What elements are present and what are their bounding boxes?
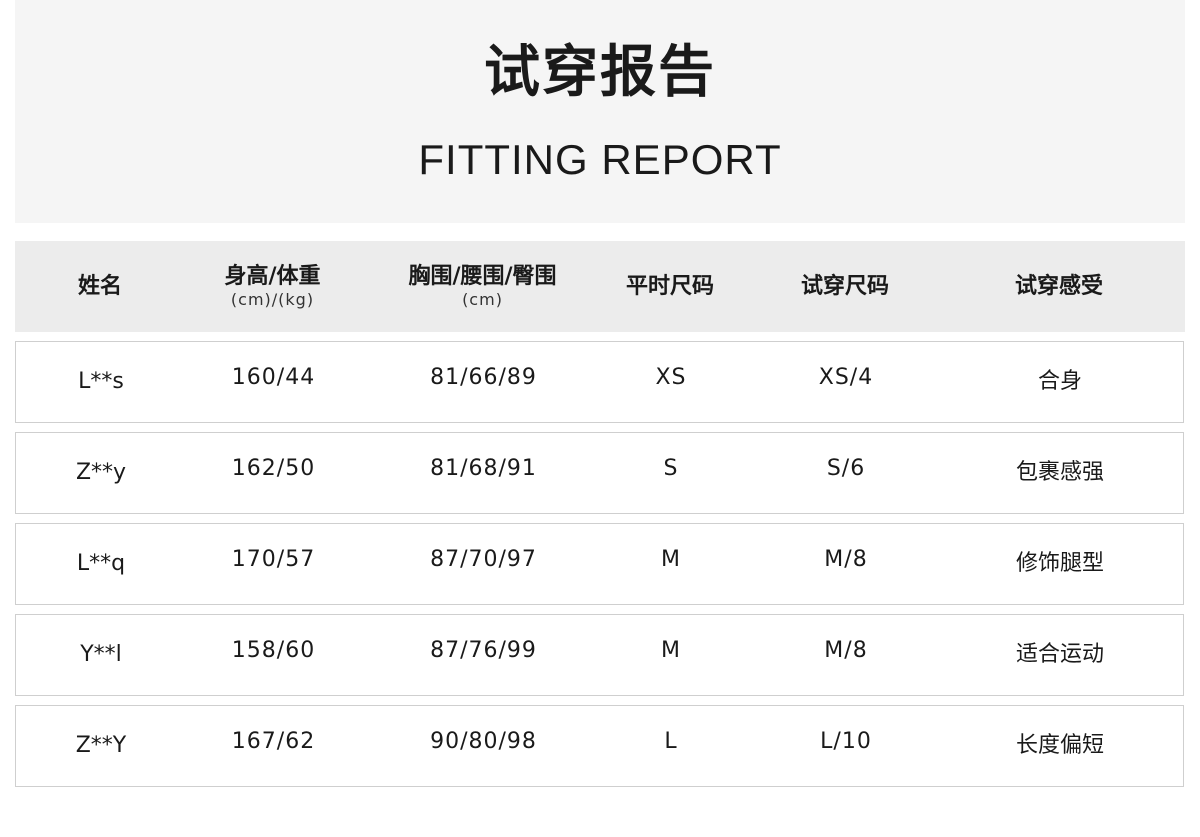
cell-height-weight: 160/44: [186, 338, 361, 418]
cell-usual-size: S: [606, 429, 736, 509]
cell-usual-size: M: [606, 520, 736, 600]
cell-name: Z**Y: [16, 702, 186, 782]
table-row: L**s 160/44 81/66/89 XS XS/4 合身: [15, 341, 1184, 423]
cell-fitting-size: M/8: [736, 520, 956, 600]
column-header-label: 胸围/腰围/臀围: [408, 263, 557, 289]
cell-measurements: 81/66/89: [361, 338, 606, 418]
table-row: L**q 170/57 87/70/97 M M/8 修饰腿型: [15, 523, 1184, 605]
cell-name: Z**y: [16, 429, 186, 509]
cell-name-text: Z**y: [75, 460, 127, 485]
cell-height-weight-text: 160/44: [231, 365, 316, 390]
cell-measurements-text: 87/70/97: [430, 547, 537, 572]
cell-usual-size-text: M: [661, 547, 681, 572]
cell-height-weight-text: 158/60: [231, 638, 316, 663]
cell-measurements: 81/68/91: [361, 429, 606, 509]
report-header: 试穿报告 FITTING REPORT: [15, 0, 1185, 223]
cell-name-text: Z**Y: [75, 733, 127, 758]
cell-feeling-text: 合身: [1037, 369, 1082, 394]
table-row: Z**y 162/50 81/68/91 S S/6 包裹感强: [15, 432, 1184, 514]
cell-height-weight: 162/50: [186, 429, 361, 509]
cell-fitting-size-text: M/8: [824, 638, 868, 663]
cell-usual-size-text: S: [663, 456, 679, 481]
cell-fitting-size-text: M/8: [824, 547, 868, 572]
column-header-usual-size: 平时尺码: [605, 241, 735, 332]
cell-height-weight: 167/62: [186, 702, 361, 782]
cell-name-text: Y**l: [80, 642, 122, 667]
cell-usual-size-text: XS: [655, 365, 687, 390]
cell-measurements-text: 81/66/89: [430, 365, 537, 390]
cell-name: L**q: [16, 520, 186, 600]
cell-height-weight-text: 170/57: [231, 547, 316, 572]
cell-fitting-size: S/6: [736, 429, 956, 509]
column-header-height-weight: 身高/体重 (cm)/(kg): [185, 241, 360, 332]
cell-measurements: 87/76/99: [361, 611, 606, 691]
page-title-cn: 试穿报告: [484, 40, 716, 105]
cell-feeling: 长度偏短: [956, 702, 1164, 782]
table-row: Y**l 158/60 87/76/99 M M/8 适合运动: [15, 614, 1184, 696]
cell-measurements-text: 81/68/91: [430, 456, 537, 481]
cell-feeling-text: 适合运动: [1015, 642, 1104, 667]
table-row: Z**Y 167/62 90/80/98 L L/10 长度偏短: [15, 705, 1184, 787]
cell-height-weight-text: 162/50: [231, 456, 316, 481]
column-header-label: 姓名: [77, 273, 122, 299]
cell-feeling-text: 修饰腿型: [1015, 551, 1104, 576]
column-header-unit: (cm)/(kg): [230, 289, 315, 309]
cell-height-weight: 158/60: [186, 611, 361, 691]
cell-fitting-size: M/8: [736, 611, 956, 691]
cell-fitting-size-text: S/6: [826, 456, 866, 481]
page-title-en: FITTING REPORT: [418, 136, 782, 183]
cell-usual-size: M: [606, 611, 736, 691]
cell-feeling: 修饰腿型: [956, 520, 1164, 600]
cell-measurements-text: 90/80/98: [430, 729, 537, 754]
column-header-label: 试穿尺码: [800, 273, 889, 299]
cell-usual-size: L: [606, 702, 736, 782]
cell-height-weight: 170/57: [186, 520, 361, 600]
cell-name-text: L**q: [76, 551, 126, 576]
cell-fitting-size: L/10: [736, 702, 956, 782]
cell-feeling-text: 包裹感强: [1015, 460, 1104, 485]
cell-fitting-size-text: XS/4: [818, 365, 874, 390]
cell-fitting-size-text: L/10: [820, 729, 872, 754]
cell-name-text: L**s: [78, 369, 124, 394]
cell-name: L**s: [16, 338, 186, 418]
cell-feeling: 合身: [956, 338, 1164, 418]
column-header-label: 身高/体重: [224, 263, 321, 289]
column-header-fitting-size: 试穿尺码: [735, 241, 955, 332]
cell-usual-size: XS: [606, 338, 736, 418]
cell-feeling: 包裹感强: [956, 429, 1164, 509]
table-header: 姓名 身高/体重 (cm)/(kg) 胸围/腰围/臀围 (cm) 平时尺码 试穿…: [15, 241, 1185, 332]
column-header-label: 试穿感受: [1014, 273, 1103, 299]
cell-measurements-text: 87/76/99: [430, 638, 537, 663]
column-header-unit: (cm): [462, 289, 503, 309]
cell-usual-size-text: L: [664, 729, 678, 754]
cell-usual-size-text: M: [661, 638, 681, 663]
column-header-feeling: 试穿感受: [955, 241, 1163, 332]
column-header-label: 平时尺码: [625, 273, 714, 299]
cell-feeling-text: 长度偏短: [1015, 733, 1104, 758]
cell-feeling: 适合运动: [956, 611, 1164, 691]
column-header-measurements: 胸围/腰围/臀围 (cm): [360, 241, 605, 332]
column-header-name: 姓名: [15, 241, 185, 332]
cell-height-weight-text: 167/62: [231, 729, 316, 754]
cell-measurements: 90/80/98: [361, 702, 606, 782]
cell-name: Y**l: [16, 611, 186, 691]
cell-measurements: 87/70/97: [361, 520, 606, 600]
cell-fitting-size: XS/4: [736, 338, 956, 418]
